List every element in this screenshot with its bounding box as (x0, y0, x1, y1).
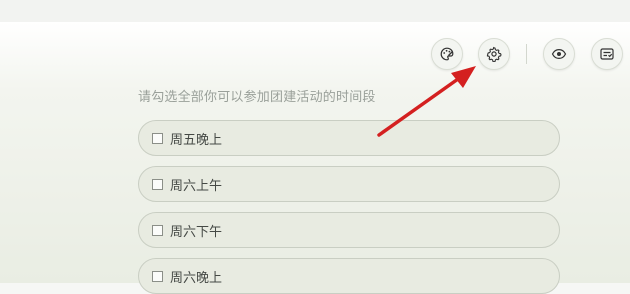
checkbox[interactable] (152, 270, 163, 282)
option-4[interactable]: 周六晚上 (138, 258, 560, 294)
settings-button[interactable] (478, 38, 510, 70)
option-label: 周六下午 (170, 224, 223, 240)
toolbar-divider (526, 44, 527, 64)
option-3[interactable]: 周六下午 (138, 212, 560, 248)
checkbox[interactable] (152, 178, 163, 190)
option-label: 周五晚上 (170, 132, 223, 148)
form-icon (600, 48, 614, 60)
question-title: 请勾选全部你可以参加团建活动的时间段 (138, 90, 376, 105)
form-button[interactable] (591, 38, 623, 70)
gear-icon (486, 46, 502, 62)
option-2[interactable]: 周六上午 (138, 166, 560, 202)
palette-icon (440, 47, 454, 61)
theme-button[interactable] (431, 38, 463, 70)
checkbox[interactable] (152, 224, 163, 236)
top-band (0, 0, 630, 22)
toolbar (0, 38, 630, 72)
option-label: 周六上午 (170, 178, 223, 194)
eye-icon (551, 48, 567, 60)
checkbox[interactable] (152, 132, 163, 144)
option-1[interactable]: 周五晚上 (138, 120, 560, 156)
preview-button[interactable] (543, 38, 575, 70)
